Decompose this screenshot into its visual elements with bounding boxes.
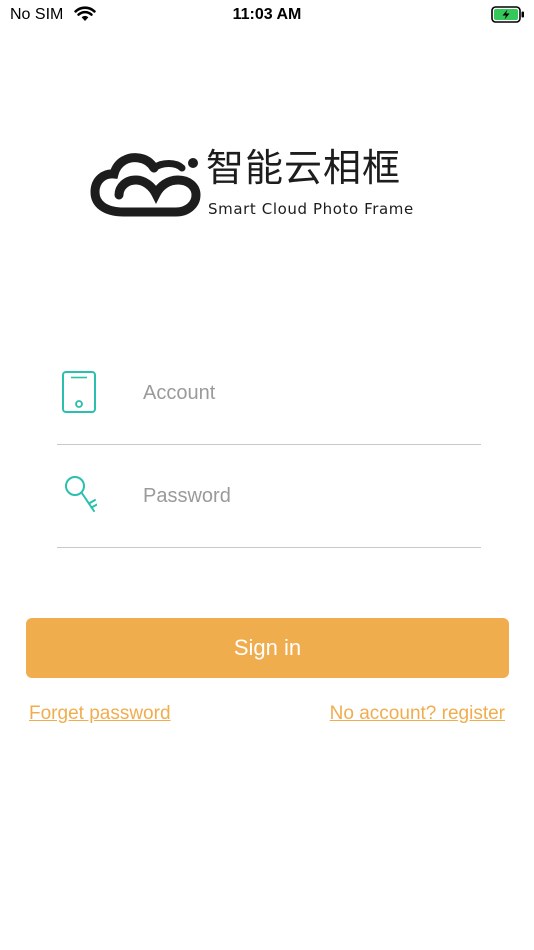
password-field-row	[57, 467, 481, 548]
account-input[interactable]	[143, 376, 463, 410]
logo-title-en: Smart Cloud Photo Frame	[208, 200, 414, 218]
status-time: 11:03 AM	[232, 6, 302, 23]
password-input[interactable]	[143, 479, 463, 513]
sign-in-button[interactable]: Sign in	[26, 618, 509, 678]
app-logo: 智能云相框 Smart Cloud Photo Frame	[90, 146, 445, 220]
battery-charging-icon	[491, 6, 524, 23]
logo-title-cn: 智能云相框	[206, 146, 402, 190]
register-link[interactable]: No account? register	[330, 703, 505, 725]
account-field-row	[57, 364, 481, 445]
key-icon	[65, 476, 97, 512]
status-bar: No SIM 11:03 AM	[0, 0, 534, 32]
cloud-logo-icon	[90, 153, 201, 217]
forget-password-link[interactable]: Forget password	[29, 703, 171, 725]
tablet-icon	[62, 371, 96, 413]
